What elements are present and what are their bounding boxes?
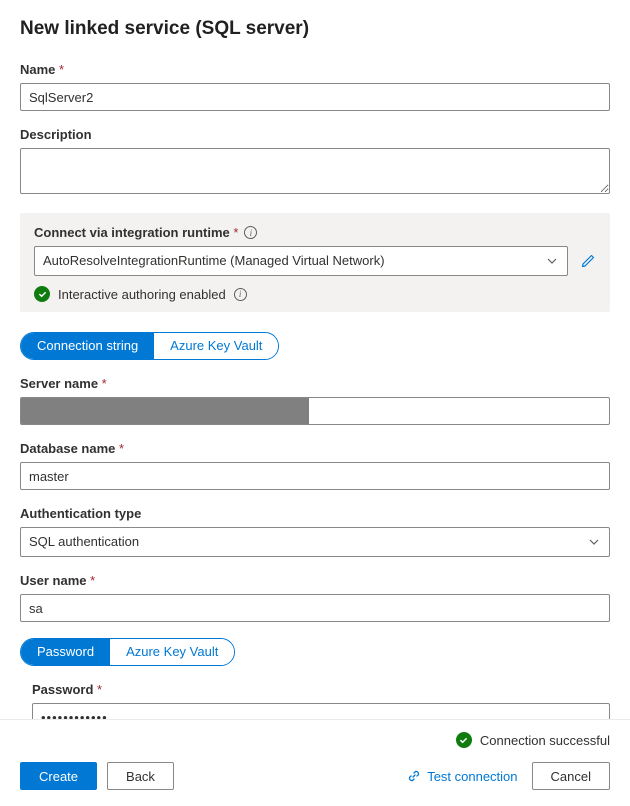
username-label: User name [20, 573, 610, 588]
description-field: Description [20, 127, 610, 197]
database-name-field: Database name [20, 441, 610, 490]
username-field: User name [20, 573, 610, 622]
connection-icon [407, 769, 421, 783]
chevron-down-icon [589, 537, 599, 547]
server-name-input[interactable] [20, 397, 610, 425]
authentication-type-label: Authentication type [20, 506, 610, 521]
authentication-type-value: SQL authentication [29, 533, 139, 551]
integration-runtime-select[interactable]: AutoResolveIntegrationRuntime (Managed V… [34, 246, 568, 276]
database-name-label: Database name [20, 441, 610, 456]
chevron-down-icon [547, 256, 557, 266]
back-button[interactable]: Back [107, 762, 174, 790]
test-connection-button[interactable]: Test connection [407, 769, 517, 784]
interactive-authoring-status: Interactive authoring enabled [58, 287, 226, 302]
check-circle-icon [34, 286, 50, 302]
info-icon[interactable]: i [244, 226, 257, 239]
tab-azure-key-vault[interactable]: Azure Key Vault [154, 333, 278, 359]
integration-runtime-value: AutoResolveIntegrationRuntime (Managed V… [43, 252, 385, 270]
name-input[interactable] [20, 83, 610, 111]
create-button[interactable]: Create [20, 762, 97, 790]
server-name-label: Server name [20, 376, 610, 391]
database-name-input[interactable] [20, 462, 610, 490]
integration-runtime-panel: Connect via integration runtime i AutoRe… [20, 213, 610, 312]
tab-password-key-vault[interactable]: Azure Key Vault [110, 639, 234, 665]
page-title: New linked service (SQL server) [20, 18, 610, 40]
connection-source-tabs: Connection string Azure Key Vault [20, 332, 279, 360]
name-field: Name [20, 62, 610, 111]
description-label: Description [20, 127, 610, 142]
integration-runtime-label: Connect via integration runtime [34, 225, 238, 240]
authentication-type-select[interactable]: SQL authentication [20, 527, 610, 557]
redacted-value [21, 398, 309, 424]
server-name-field: Server name [20, 376, 610, 425]
edit-icon[interactable] [580, 253, 596, 269]
check-circle-icon [456, 732, 472, 748]
description-textarea[interactable] [20, 148, 610, 194]
name-label: Name [20, 62, 610, 77]
username-input[interactable] [20, 594, 610, 622]
cancel-button[interactable]: Cancel [532, 762, 610, 790]
authentication-type-field: Authentication type SQL authentication [20, 506, 610, 557]
connection-status: Connection successful [480, 733, 610, 748]
test-connection-label: Test connection [427, 769, 517, 784]
info-icon[interactable]: i [234, 288, 247, 301]
tab-password[interactable]: Password [21, 639, 110, 665]
password-label: Password [32, 682, 610, 697]
footer: Connection successful Create Back Test c… [0, 719, 630, 806]
tab-connection-string[interactable]: Connection string [21, 333, 154, 359]
password-source-tabs: Password Azure Key Vault [20, 638, 235, 666]
